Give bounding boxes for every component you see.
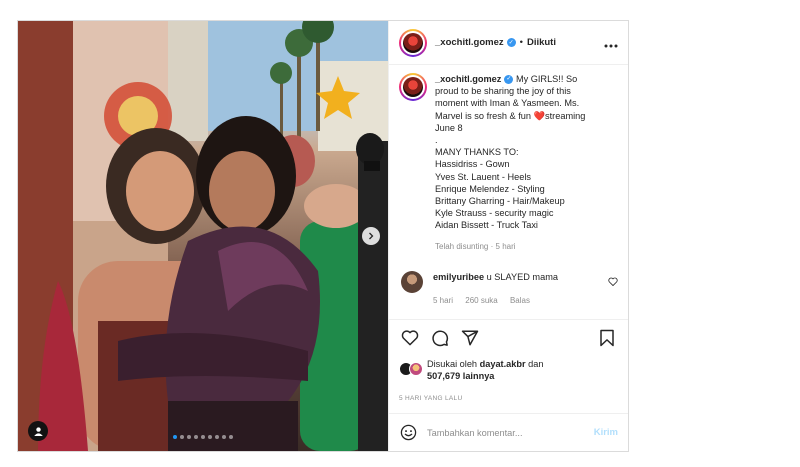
caption-line: streaming — [545, 110, 586, 121]
caption-line: Marvel is so fresh & fun — [435, 110, 531, 121]
chevron-right-icon — [369, 232, 374, 240]
commenter-username[interactable]: emilyuribee — [433, 272, 484, 282]
comment: emilyuribee u SLAYED mama 5 hari 260 suk… — [399, 270, 618, 307]
header-separator: • — [519, 37, 523, 48]
post-comment-button[interactable]: Kirim — [594, 427, 618, 438]
liker-avatars[interactable] — [399, 362, 427, 378]
post-details-panel: _xochitl.gomez ✓ • Diikuti _xochitl.gome… — [388, 21, 628, 451]
caption-author-avatar[interactable] — [399, 73, 427, 101]
carousel-dot — [229, 435, 233, 439]
bookmark-icon — [600, 329, 614, 346]
more-horizontal-icon — [604, 44, 618, 47]
comment-input[interactable] — [427, 427, 594, 438]
comments-section: _xochitl.gomez ✓ My GIRLS!! So proud to b… — [389, 65, 628, 319]
share-icon — [461, 330, 479, 345]
carousel-indicator — [18, 435, 388, 439]
carousel-dot — [194, 435, 198, 439]
like-comment-button[interactable] — [608, 277, 618, 288]
instagram-post: _xochitl.gomez ✓ • Diikuti _xochitl.gome… — [17, 20, 629, 452]
post-actions — [389, 319, 628, 355]
meta-separator: · — [490, 241, 494, 251]
comment-text: u SLAYED mama — [486, 271, 558, 282]
caption-line: Hassidriss - Gown — [435, 159, 510, 170]
carousel-dot — [187, 435, 191, 439]
carousel-dot — [215, 435, 219, 439]
commenter-avatar[interactable] — [401, 270, 423, 293]
caption-line: My GIRLS!! So — [515, 74, 578, 84]
caption-line: June 8 — [435, 122, 463, 133]
emoji-icon — [400, 424, 416, 441]
caption-line: Aidan Bissett - Truck Taxi — [435, 220, 538, 231]
heart-icon — [401, 330, 419, 346]
post-header: _xochitl.gomez ✓ • Diikuti — [389, 21, 628, 65]
caption-line: . — [435, 135, 438, 146]
comment-icon — [432, 330, 449, 346]
carousel-dot — [173, 435, 177, 439]
likes-count[interactable]: 507,679 lainnya — [427, 371, 494, 381]
carousel-dot — [208, 435, 212, 439]
edited-label: Telah disunting — [435, 241, 489, 251]
caption-line: MANY THANKS TO: — [435, 147, 519, 158]
share-button[interactable] — [459, 327, 481, 349]
caption-meta: Telah disunting · 5 hari — [435, 241, 603, 253]
caption-username[interactable]: _xochitl.gomez — [435, 74, 501, 84]
add-comment-bar: Kirim — [389, 413, 628, 451]
caption-line: moment with Iman & Yasmeen. Ms. — [435, 98, 580, 109]
carousel-dot — [222, 435, 226, 439]
heart-icon — [608, 277, 618, 287]
author-avatar[interactable] — [399, 28, 427, 57]
heart-emoji-icon: ❤️ — [533, 110, 546, 121]
comment-time[interactable]: 5 hari — [433, 296, 453, 305]
save-button[interactable] — [596, 327, 618, 349]
carousel-dot — [201, 435, 205, 439]
liker-username[interactable]: dayat.akbr — [480, 359, 526, 369]
caption: _xochitl.gomez ✓ My GIRLS!! So proud to b… — [399, 73, 618, 253]
emoji-button[interactable] — [399, 424, 417, 442]
caption-line: Yves St. Lauent - Heels — [435, 171, 532, 182]
following-button[interactable]: Diikuti — [527, 37, 556, 48]
comment-button[interactable] — [429, 327, 451, 349]
verified-badge-icon: ✓ — [504, 75, 514, 85]
likes-summary: Disukai oleh dayat.akbr dan 507,679 lain… — [389, 355, 628, 385]
verified-badge-icon: ✓ — [506, 38, 516, 47]
next-photo-button[interactable] — [362, 227, 380, 245]
post-date[interactable]: 5 HARI YANG LALU — [389, 385, 628, 413]
photo-scene — [18, 21, 388, 451]
caption-line: Brittany Gharring - Hair/Makeup — [435, 196, 565, 207]
post-photo[interactable] — [18, 21, 388, 451]
likes-and: dan — [528, 359, 544, 369]
likes-prefix: Disukai oleh — [427, 359, 478, 369]
caption-time[interactable]: 5 hari — [496, 242, 516, 251]
comment-meta: 5 hari 260 suka Balas — [433, 295, 608, 307]
like-button[interactable] — [399, 327, 421, 349]
more-options-button[interactable] — [604, 35, 618, 51]
caption-line: proud to be sharing the joy of this — [435, 86, 571, 97]
reply-button[interactable]: Balas — [510, 296, 530, 305]
carousel-dot — [180, 435, 184, 439]
comment-likes[interactable]: 260 suka — [465, 296, 497, 305]
caption-line: Kyle Strauss - security magic — [435, 208, 554, 219]
caption-line: Enrique Melendez - Styling — [435, 183, 545, 194]
author-username[interactable]: _xochitl.gomez — [435, 37, 504, 48]
